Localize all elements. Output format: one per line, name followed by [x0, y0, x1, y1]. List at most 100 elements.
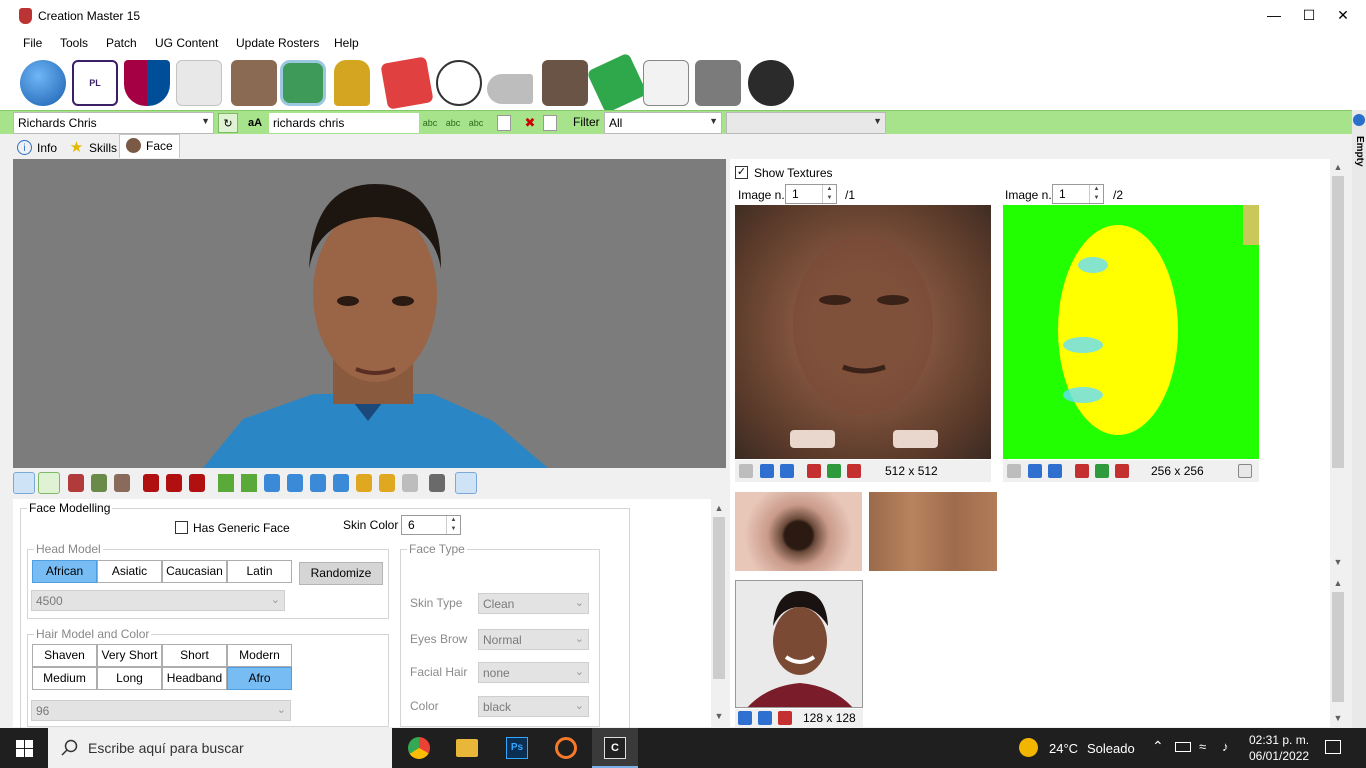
- scroll-thumb[interactable]: [1332, 592, 1344, 702]
- filter-select[interactable]: All ▼: [604, 112, 722, 134]
- kit-view-icon[interactable]: [455, 472, 477, 494]
- scroll-down-icon[interactable]: ▼: [1330, 557, 1346, 567]
- eye-icon[interactable]: [13, 472, 35, 494]
- wifi-icon[interactable]: ≈: [1199, 739, 1206, 754]
- stadium-icon[interactable]: [280, 60, 326, 106]
- spin-arrows-icon[interactable]: ▲ ▼: [822, 185, 836, 203]
- abc-next-icon[interactable]: abc: [443, 113, 463, 133]
- hair-headband-button[interactable]: Headband: [162, 667, 227, 690]
- secondary-select[interactable]: ▼: [726, 112, 886, 134]
- hair-shaven-button[interactable]: Shaven: [32, 644, 97, 667]
- weather-text[interactable]: Soleado: [1087, 741, 1135, 756]
- boots-icon[interactable]: [487, 74, 533, 104]
- delete-texture-icon[interactable]: [1115, 464, 1129, 478]
- windows-start-icon[interactable]: [16, 740, 33, 757]
- weather-temperature[interactable]: 24°C: [1049, 741, 1078, 756]
- hair-medium-button[interactable]: Medium: [32, 667, 97, 690]
- new-document-icon[interactable]: [497, 115, 511, 131]
- pitch-icon[interactable]: [586, 52, 648, 114]
- scroll-up-icon[interactable]: ▲: [1330, 162, 1346, 172]
- scroll-thumb[interactable]: [713, 517, 725, 679]
- eyes-brow-select[interactable]: Normal ⌄: [478, 629, 589, 650]
- clock-date[interactable]: 06/01/2022: [1249, 749, 1309, 763]
- import-red-icon[interactable]: [1075, 464, 1089, 478]
- arrow-up-left-icon[interactable]: [218, 474, 234, 492]
- skin-texture-image[interactable]: [869, 492, 997, 571]
- tab-face[interactable]: Face: [119, 134, 180, 158]
- ball-icon[interactable]: [436, 60, 482, 106]
- import-icon[interactable]: [760, 464, 774, 478]
- facial-hair-select[interactable]: none ⌄: [478, 662, 589, 683]
- copy-icon[interactable]: [543, 115, 557, 131]
- side-tab-empty[interactable]: Empty: [1354, 136, 1365, 167]
- hair-afro-button[interactable]: Afro: [227, 667, 292, 690]
- show-textures-checkbox[interactable]: ✓: [735, 166, 748, 179]
- head-african-button[interactable]: African: [32, 560, 97, 583]
- battery-icon[interactable]: [1175, 742, 1191, 752]
- file-explorer-icon[interactable]: [456, 739, 478, 757]
- delete-icon[interactable]: ✖: [520, 113, 540, 133]
- taskbar-search-input[interactable]: Escribe aquí para buscar: [48, 728, 392, 768]
- face-texture-image[interactable]: [735, 205, 991, 459]
- texture-panel-scrollbar-bottom[interactable]: ▲ ▼: [1330, 575, 1346, 727]
- hair-back-icon[interactable]: [189, 474, 205, 492]
- notification-icon[interactable]: [1325, 740, 1341, 754]
- import-icon[interactable]: [738, 711, 752, 725]
- premier-league-icon[interactable]: PL: [72, 60, 118, 106]
- creation-master-taskbar-button[interactable]: C: [592, 728, 638, 768]
- abc-search-icon[interactable]: abc: [420, 113, 440, 133]
- hair-side-icon[interactable]: [166, 474, 182, 492]
- head-back-icon[interactable]: [114, 474, 130, 492]
- side-tab-icon[interactable]: [1353, 114, 1365, 126]
- player-portrait-image[interactable]: [735, 580, 863, 708]
- model-panel-scrollbar[interactable]: ▲ ▼: [711, 499, 727, 727]
- shrink-icon[interactable]: [356, 474, 372, 492]
- texture-panel-scrollbar-top[interactable]: ▲ ▼: [1330, 159, 1346, 571]
- save-icon[interactable]: [739, 464, 753, 478]
- head-front-icon[interactable]: [68, 474, 84, 492]
- randomize-button[interactable]: Randomize: [299, 562, 383, 585]
- name-search-input[interactable]: richards chris: [268, 112, 420, 134]
- right-image-stepper[interactable]: 1 ▲ ▼: [1052, 184, 1104, 204]
- barcelona-crest-icon[interactable]: [124, 60, 170, 106]
- chrome-icon[interactable]: [408, 737, 430, 759]
- scroll-down-icon[interactable]: ▼: [711, 711, 727, 721]
- cards-icon[interactable]: [380, 56, 434, 110]
- color-palette-icon[interactable]: [1238, 464, 1252, 478]
- head-caucasian-button[interactable]: Caucasian: [162, 560, 227, 583]
- face-3d-viewport[interactable]: [13, 159, 726, 468]
- headphones-icon[interactable]: [748, 60, 794, 106]
- export-green-icon[interactable]: [1095, 464, 1109, 478]
- abc-prev-icon[interactable]: abc: [466, 113, 486, 133]
- scroll-up-icon[interactable]: ▲: [711, 503, 727, 513]
- left-image-stepper[interactable]: 1 ▲ ▼: [785, 184, 837, 204]
- head-model-select[interactable]: 4500 ⌄: [31, 590, 285, 611]
- player-select[interactable]: Richards Chris ▼: [13, 112, 214, 134]
- scroll-down-icon[interactable]: ▼: [1330, 713, 1346, 723]
- delete-texture-icon[interactable]: [778, 711, 792, 725]
- kit-icon[interactable]: [176, 60, 222, 106]
- spin-arrows-icon[interactable]: ▲ ▼: [446, 516, 460, 534]
- menu-tools[interactable]: Tools: [60, 36, 88, 50]
- hair-color-select[interactable]: black ⌄: [478, 696, 589, 717]
- camera-icon[interactable]: [429, 474, 445, 492]
- tab-info[interactable]: i Info: [10, 136, 64, 158]
- arrow-down-icon[interactable]: [287, 474, 303, 492]
- menu-ug-content[interactable]: UG Content: [155, 36, 218, 50]
- clock-time[interactable]: 02:31 p. m.: [1249, 733, 1309, 747]
- manager-icon[interactable]: [542, 60, 588, 106]
- trophy-icon[interactable]: [334, 60, 370, 106]
- hair-front-icon[interactable]: [143, 474, 159, 492]
- export-icon[interactable]: [758, 711, 772, 725]
- spin-arrows-icon[interactable]: ▲ ▼: [1089, 185, 1103, 203]
- case-toggle-icon[interactable]: aA: [245, 113, 265, 133]
- eye-texture-image[interactable]: [735, 492, 862, 571]
- arrow-left-icon[interactable]: [310, 474, 326, 492]
- export-icon[interactable]: [780, 464, 794, 478]
- refresh-view-icon[interactable]: [38, 472, 60, 494]
- chevron-up-icon[interactable]: ⌃: [1152, 738, 1164, 755]
- arrow-down-right-icon[interactable]: [241, 474, 257, 492]
- tab-skills[interactable]: ★ Skills: [62, 136, 124, 158]
- blender-icon[interactable]: [555, 737, 577, 759]
- menu-update-rosters[interactable]: Update Rosters: [236, 36, 319, 50]
